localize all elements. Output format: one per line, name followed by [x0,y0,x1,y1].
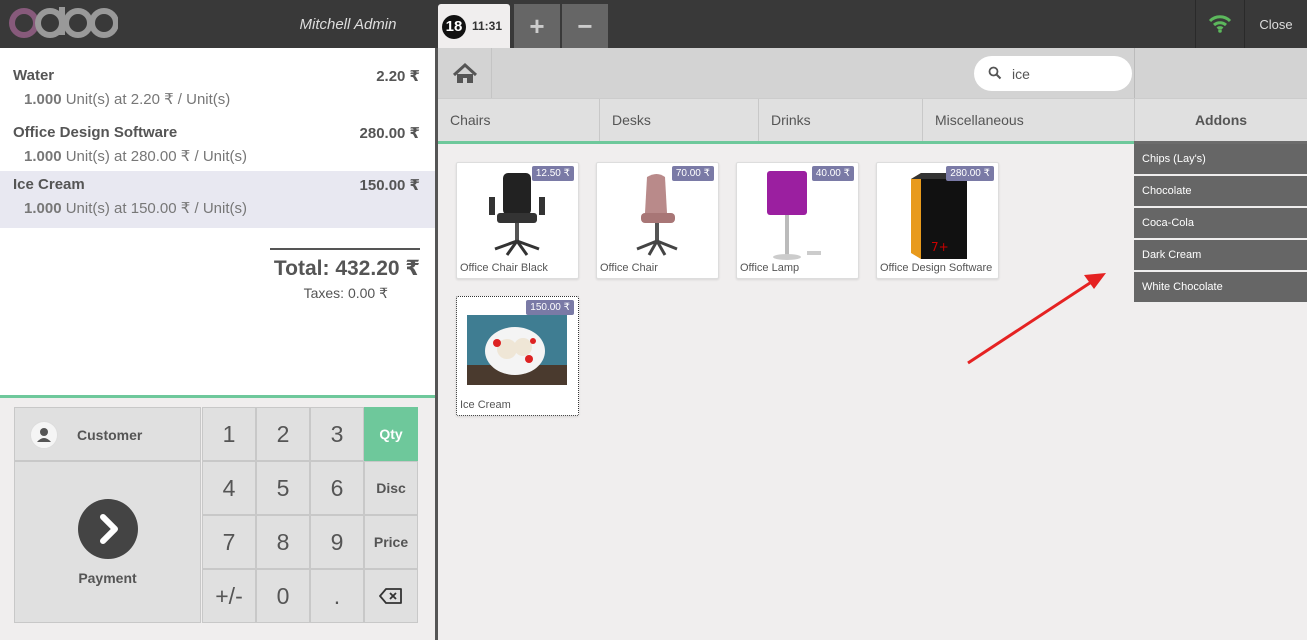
order-line-price: 280.00 ₹ [359,125,420,142]
category-drinks[interactable]: Drinks [759,99,923,142]
close-button[interactable]: Close [1244,0,1307,48]
order-line-unit: Unit(s) at 150.00 ₹ / Unit(s) [61,200,247,217]
numpad-key-5[interactable]: 5 [256,461,310,515]
order-line-unit: Unit(s) at 2.20 ₹ / Unit(s) [61,91,231,108]
order-line-qty: 1.000 [24,91,62,108]
home-icon [452,62,478,83]
customer-label: Customer [77,427,143,443]
product-card[interactable]: 12.50 ₹ Office Chair Black [456,162,579,279]
product-price: 40.00 ₹ [811,166,854,181]
product-card[interactable]: 70.00 ₹ Office Chair [596,162,719,279]
numpad-key-9[interactable]: 9 [310,515,364,569]
addons-title[interactable]: Addons [1134,98,1307,141]
order-line-price: 150.00 ₹ [359,177,420,194]
numpad-key-8[interactable]: 8 [256,515,310,569]
numpad-key-3[interactable]: 3 [310,407,364,461]
top-bar: Mitchell Admin 18 11:31 + − Close [0,0,1307,48]
qty-mode-button[interactable]: Qty [364,407,418,461]
product-name: Ice Cream [460,399,511,411]
home-category-button[interactable] [438,48,492,98]
product-image [489,173,545,256]
backspace-button[interactable] [364,569,418,623]
search-input[interactable]: ice [1012,66,1030,82]
add-order-button[interactable]: + [514,4,560,48]
numpad-key-sign[interactable]: +/- [202,569,256,623]
chevron-right-icon [78,499,138,559]
connection-status[interactable] [1195,0,1243,48]
order-line-name: Office Design Software [13,124,178,141]
category-miscellaneous[interactable]: Miscellaneous [923,99,1134,142]
search-icon [988,66,1002,80]
product-price: 150.00 ₹ [526,300,574,315]
order-number-badge: 18 [442,15,466,39]
product-image [467,315,567,385]
payment-label: Payment [78,570,137,586]
order-tab[interactable]: 18 11:31 [438,4,510,48]
order-line-qty: 1.000 [24,148,62,165]
total-divider [270,248,420,250]
odoo-logo [9,7,118,38]
numpad-key-6[interactable]: 6 [310,461,364,515]
addon-item[interactable]: Chocolate [1134,176,1307,207]
payment-button[interactable]: Payment [14,461,201,623]
product-name: Office Chair [600,262,658,274]
category-underline [438,141,1134,144]
order-line-info: 1.000 Unit(s) at 2.20 ₹ / Unit(s) [24,90,230,108]
numpad-key-2[interactable]: 2 [256,407,310,461]
category-desks[interactable]: Desks [600,99,759,142]
annotation-arrow [967,273,1106,365]
order-line-info: 1.000 Unit(s) at 280.00 ₹ / Unit(s) [24,147,247,165]
order-time: 11:31 [472,19,503,33]
order-line[interactable]: Water 2.20 ₹ 1.000 Unit(s) at 2.20 ₹ / U… [0,53,435,110]
rightpane-header: ice [438,48,1134,98]
numpad-key-dot[interactable]: . [310,569,364,623]
order-line-selected[interactable]: Ice Cream 150.00 ₹ 1.000 Unit(s) at 150.… [0,171,435,228]
control-panel: Customer Payment 1 2 3 Qty 4 5 6 Disc 7 … [0,398,435,640]
numpad-key-7[interactable]: 7 [202,515,256,569]
product-image [636,174,678,256]
addon-item[interactable]: Coca-Cola [1134,208,1307,239]
product-price: 280.00 ₹ [946,166,994,181]
addons-header-spacer [1134,48,1307,98]
numpad-key-1[interactable]: 1 [202,407,256,461]
svg-text:7+: 7+ [931,240,949,254]
customer-button[interactable]: Customer [14,407,201,461]
product-search[interactable]: ice [974,56,1132,91]
order-line-info: 1.000 Unit(s) at 150.00 ₹ / Unit(s) [24,199,247,217]
order-line-name: Water [13,67,55,84]
wifi-icon [1208,15,1232,33]
product-card-selected[interactable]: 150.00 ₹ Ice Cream [456,296,579,416]
addon-item[interactable]: White Chocolate [1134,272,1307,303]
numpad-key-4[interactable]: 4 [202,461,256,515]
product-image [767,171,821,260]
price-mode-button[interactable]: Price [364,515,418,569]
addon-item[interactable]: Chips (Lay's) [1134,144,1307,175]
product-name: Office Lamp [740,262,800,274]
user-name[interactable]: Mitchell Admin [260,0,436,48]
addon-item[interactable]: Dark Cream [1134,240,1307,271]
order-line-price: 2.20 ₹ [376,68,420,85]
product-name: Office Chair Black [460,262,548,274]
disc-mode-button[interactable]: Disc [364,461,418,515]
product-card[interactable]: 7+ 280.00 ₹ Office Design Software [876,162,999,279]
category-bar: Chairs Desks Drinks Miscellaneous [438,98,1134,142]
order-taxes: Taxes: 0.00 ₹ [303,285,388,301]
category-chairs[interactable]: Chairs [438,99,600,142]
order-total: Total: 432.20 ₹ [273,257,420,280]
product-price: 12.50 ₹ [531,166,574,181]
backspace-icon [379,588,402,604]
order-line-name: Ice Cream [13,176,85,193]
order-summary: Water 2.20 ₹ 1.000 Unit(s) at 2.20 ₹ / U… [0,48,435,396]
order-line-qty: 1.000 [24,200,62,217]
product-price: 70.00 ₹ [671,166,714,181]
order-line[interactable]: Office Design Software 280.00 ₹ 1.000 Un… [0,110,435,167]
product-card[interactable]: 40.00 ₹ Office Lamp [736,162,859,279]
order-line-unit: Unit(s) at 280.00 ₹ / Unit(s) [61,148,247,165]
addons-panel: Addons Chips (Lay's) Chocolate Coca-Cola… [1134,48,1307,640]
product-image: 7+ [911,173,967,259]
remove-order-button[interactable]: − [562,4,608,48]
numpad-key-0[interactable]: 0 [256,569,310,623]
user-icon [30,421,58,449]
